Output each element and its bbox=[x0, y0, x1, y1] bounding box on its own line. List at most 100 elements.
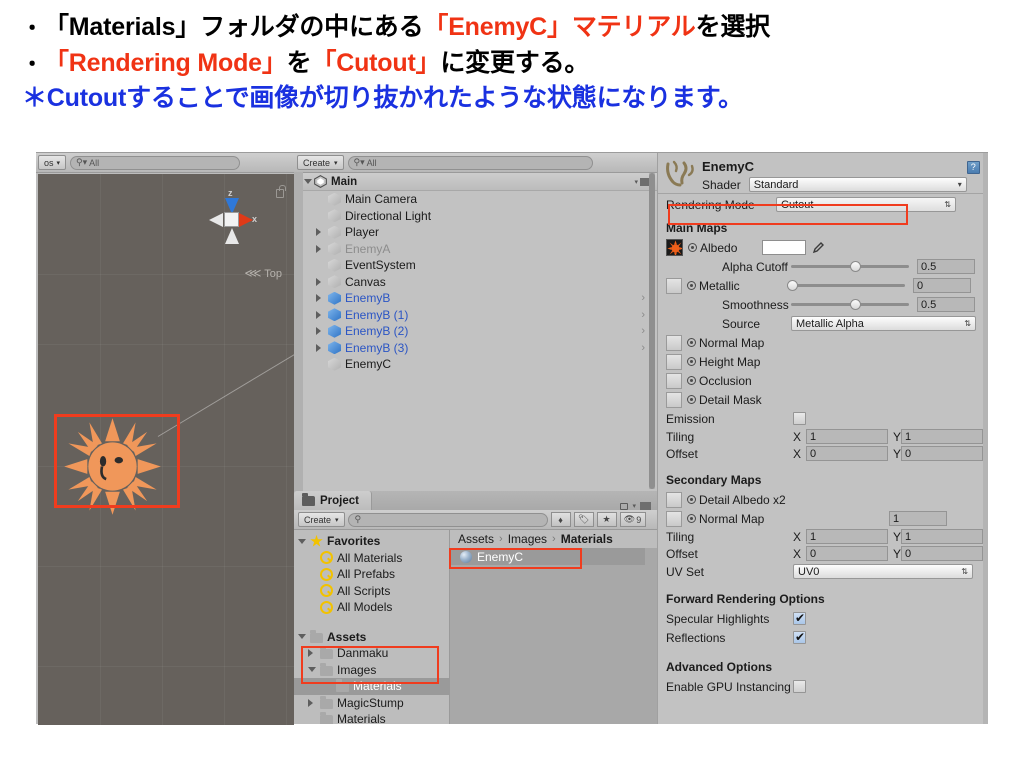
hierarchy-item[interactable]: EnemyA bbox=[294, 241, 657, 258]
project-tree-item[interactable]: All Prefabs bbox=[294, 566, 449, 583]
chevron-down-icon[interactable] bbox=[298, 634, 310, 640]
inspector-scrollbar[interactable] bbox=[983, 153, 988, 724]
scene-viewport[interactable]: z x ⋘ Top bbox=[38, 174, 294, 725]
project-options-icon[interactable]: ▾ bbox=[632, 502, 636, 510]
secondary-tiling-x-value[interactable]: 1 bbox=[806, 529, 888, 544]
secondary-normal-map-toggle-icon[interactable] bbox=[687, 514, 696, 523]
hierarchy-search-input[interactable]: ⚲▾ All bbox=[347, 155, 593, 170]
secondary-offset-y-value[interactable]: 0 bbox=[901, 546, 983, 561]
scene-axis-gizmo[interactable]: z x bbox=[204, 188, 258, 250]
albedo-color-swatch[interactable] bbox=[762, 240, 807, 255]
project-tree-item[interactable]: Images bbox=[294, 662, 449, 679]
project-create-button[interactable]: Create ▾ bbox=[298, 512, 345, 527]
project-tree-item[interactable]: Materials bbox=[294, 678, 449, 695]
open-prefab-chevron-icon[interactable]: › bbox=[641, 309, 645, 321]
specular-highlights-checkbox[interactable] bbox=[793, 611, 806, 625]
lock-icon[interactable] bbox=[620, 502, 629, 510]
lock-icon[interactable] bbox=[276, 185, 286, 198]
chevron-right-icon[interactable] bbox=[316, 327, 328, 336]
open-prefab-chevron-icon[interactable]: › bbox=[641, 292, 645, 304]
normal-map-texture-slot[interactable] bbox=[666, 334, 682, 351]
project-tree-item[interactable]: Favorites bbox=[294, 533, 449, 550]
source-dropdown[interactable]: Metallic Alpha ⇅ bbox=[791, 316, 976, 331]
chevron-down-icon[interactable] bbox=[298, 538, 310, 544]
open-prefab-chevron-icon[interactable]: › bbox=[641, 342, 645, 354]
hierarchy-scene-row[interactable]: Main ▾ bbox=[294, 173, 657, 191]
main-offset-x-value[interactable]: 0 bbox=[806, 446, 888, 461]
chevron-right-icon[interactable] bbox=[308, 698, 320, 707]
albedo-texture-thumbnail[interactable] bbox=[666, 239, 683, 256]
detail-mask-toggle-icon[interactable] bbox=[687, 395, 696, 404]
secondary-tiling-y-value[interactable]: 1 bbox=[901, 529, 983, 544]
main-tiling-y-value[interactable]: 1 bbox=[901, 429, 983, 444]
albedo-toggle-icon[interactable] bbox=[688, 243, 697, 252]
eyedropper-icon[interactable] bbox=[811, 241, 825, 255]
occlusion-toggle-icon[interactable] bbox=[687, 376, 696, 385]
chevron-down-icon[interactable] bbox=[304, 179, 312, 184]
project-tree-item[interactable]: Assets bbox=[294, 629, 449, 646]
smoothness-value[interactable]: 0.5 bbox=[917, 297, 975, 312]
uv-set-dropdown[interactable]: UV0 ⇅ bbox=[793, 564, 973, 579]
chevron-right-icon[interactable] bbox=[316, 277, 328, 286]
secondary-offset-x-value[interactable]: 0 bbox=[806, 546, 888, 561]
open-prefab-chevron-icon[interactable]: › bbox=[641, 325, 645, 337]
chevron-right-icon[interactable] bbox=[308, 649, 320, 658]
hidden-assets-toggle[interactable]: 👁 9 bbox=[619, 512, 646, 527]
detail-mask-texture-slot[interactable] bbox=[666, 391, 682, 408]
rendering-mode-dropdown[interactable]: Cutout ⇅ bbox=[776, 197, 956, 212]
secondary-normal-map-slot[interactable] bbox=[666, 510, 682, 527]
secondary-normal-map-value[interactable]: 1 bbox=[889, 511, 947, 526]
hierarchy-item[interactable]: Canvas bbox=[294, 274, 657, 291]
filter-by-type-icon[interactable]: ♦ bbox=[550, 512, 571, 527]
breadcrumb-segment[interactable]: Materials bbox=[561, 532, 613, 546]
height-map-toggle-icon[interactable] bbox=[687, 357, 696, 366]
chevron-right-icon[interactable] bbox=[316, 228, 328, 237]
menu-icon[interactable] bbox=[640, 502, 651, 510]
breadcrumb-segment[interactable]: Images bbox=[508, 532, 547, 546]
metallic-toggle-icon[interactable] bbox=[687, 281, 696, 290]
hierarchy-item[interactable]: Player bbox=[294, 224, 657, 241]
alpha-cutoff-value[interactable]: 0.5 bbox=[917, 259, 975, 274]
scene-mode-button[interactable]: os ▾ bbox=[38, 155, 67, 170]
breadcrumb-segment[interactable]: Assets bbox=[458, 532, 494, 546]
hierarchy-scrollbar[interactable] bbox=[649, 173, 655, 489]
detail-albedo-toggle-icon[interactable] bbox=[687, 495, 696, 504]
hierarchy-item[interactable]: EnemyC bbox=[294, 356, 657, 373]
hierarchy-item[interactable]: EnemyB (2) › bbox=[294, 323, 657, 340]
emission-checkbox[interactable] bbox=[793, 412, 806, 425]
hierarchy-item[interactable]: EnemyB (3) › bbox=[294, 340, 657, 357]
hierarchy-item[interactable]: EnemyB › bbox=[294, 290, 657, 307]
project-search-input[interactable]: ⚲ bbox=[347, 512, 548, 527]
project-tree-item[interactable]: All Scripts bbox=[294, 583, 449, 600]
gpu-instancing-checkbox[interactable] bbox=[793, 680, 806, 693]
hierarchy-item[interactable]: Main Camera bbox=[294, 191, 657, 208]
metallic-texture-slot[interactable] bbox=[666, 277, 682, 294]
main-tiling-x-value[interactable]: 1 bbox=[806, 429, 888, 444]
main-offset-y-value[interactable]: 0 bbox=[901, 446, 983, 461]
hierarchy-create-button[interactable]: Create ▾ bbox=[297, 155, 344, 170]
project-tree-item[interactable]: Materials bbox=[294, 711, 449, 724]
project-tree-item[interactable]: Danmaku bbox=[294, 645, 449, 662]
chevron-right-icon[interactable] bbox=[316, 310, 328, 319]
metallic-value[interactable]: 0 bbox=[913, 278, 971, 293]
smoothness-slider[interactable] bbox=[791, 298, 909, 312]
chevron-right-icon[interactable] bbox=[316, 343, 328, 352]
project-tree-item[interactable]: All Materials bbox=[294, 550, 449, 567]
shader-dropdown[interactable]: Standard ▾ bbox=[748, 177, 967, 192]
reflections-checkbox[interactable] bbox=[793, 630, 806, 644]
metallic-slider[interactable] bbox=[787, 279, 905, 293]
height-map-texture-slot[interactable] bbox=[666, 353, 682, 370]
help-icon[interactable]: ? bbox=[966, 160, 980, 174]
tab-project[interactable]: Project bbox=[294, 491, 372, 510]
detail-albedo-texture-slot[interactable] bbox=[666, 491, 682, 508]
filter-by-label-icon[interactable]: 🏷 bbox=[573, 512, 594, 527]
hierarchy-item[interactable]: EnemyB (1) › bbox=[294, 307, 657, 324]
alpha-cutoff-slider[interactable] bbox=[791, 260, 909, 274]
hierarchy-item[interactable]: Directional Light bbox=[294, 208, 657, 225]
hierarchy-item[interactable]: EventSystem bbox=[294, 257, 657, 274]
project-tree-item[interactable]: MagicStump bbox=[294, 695, 449, 712]
filter-favorites-icon[interactable]: ★ bbox=[596, 512, 617, 527]
scene-search-input[interactable]: ⚲▾ All bbox=[70, 155, 241, 170]
chevron-right-icon[interactable] bbox=[316, 294, 328, 303]
normal-map-toggle-icon[interactable] bbox=[687, 338, 696, 347]
